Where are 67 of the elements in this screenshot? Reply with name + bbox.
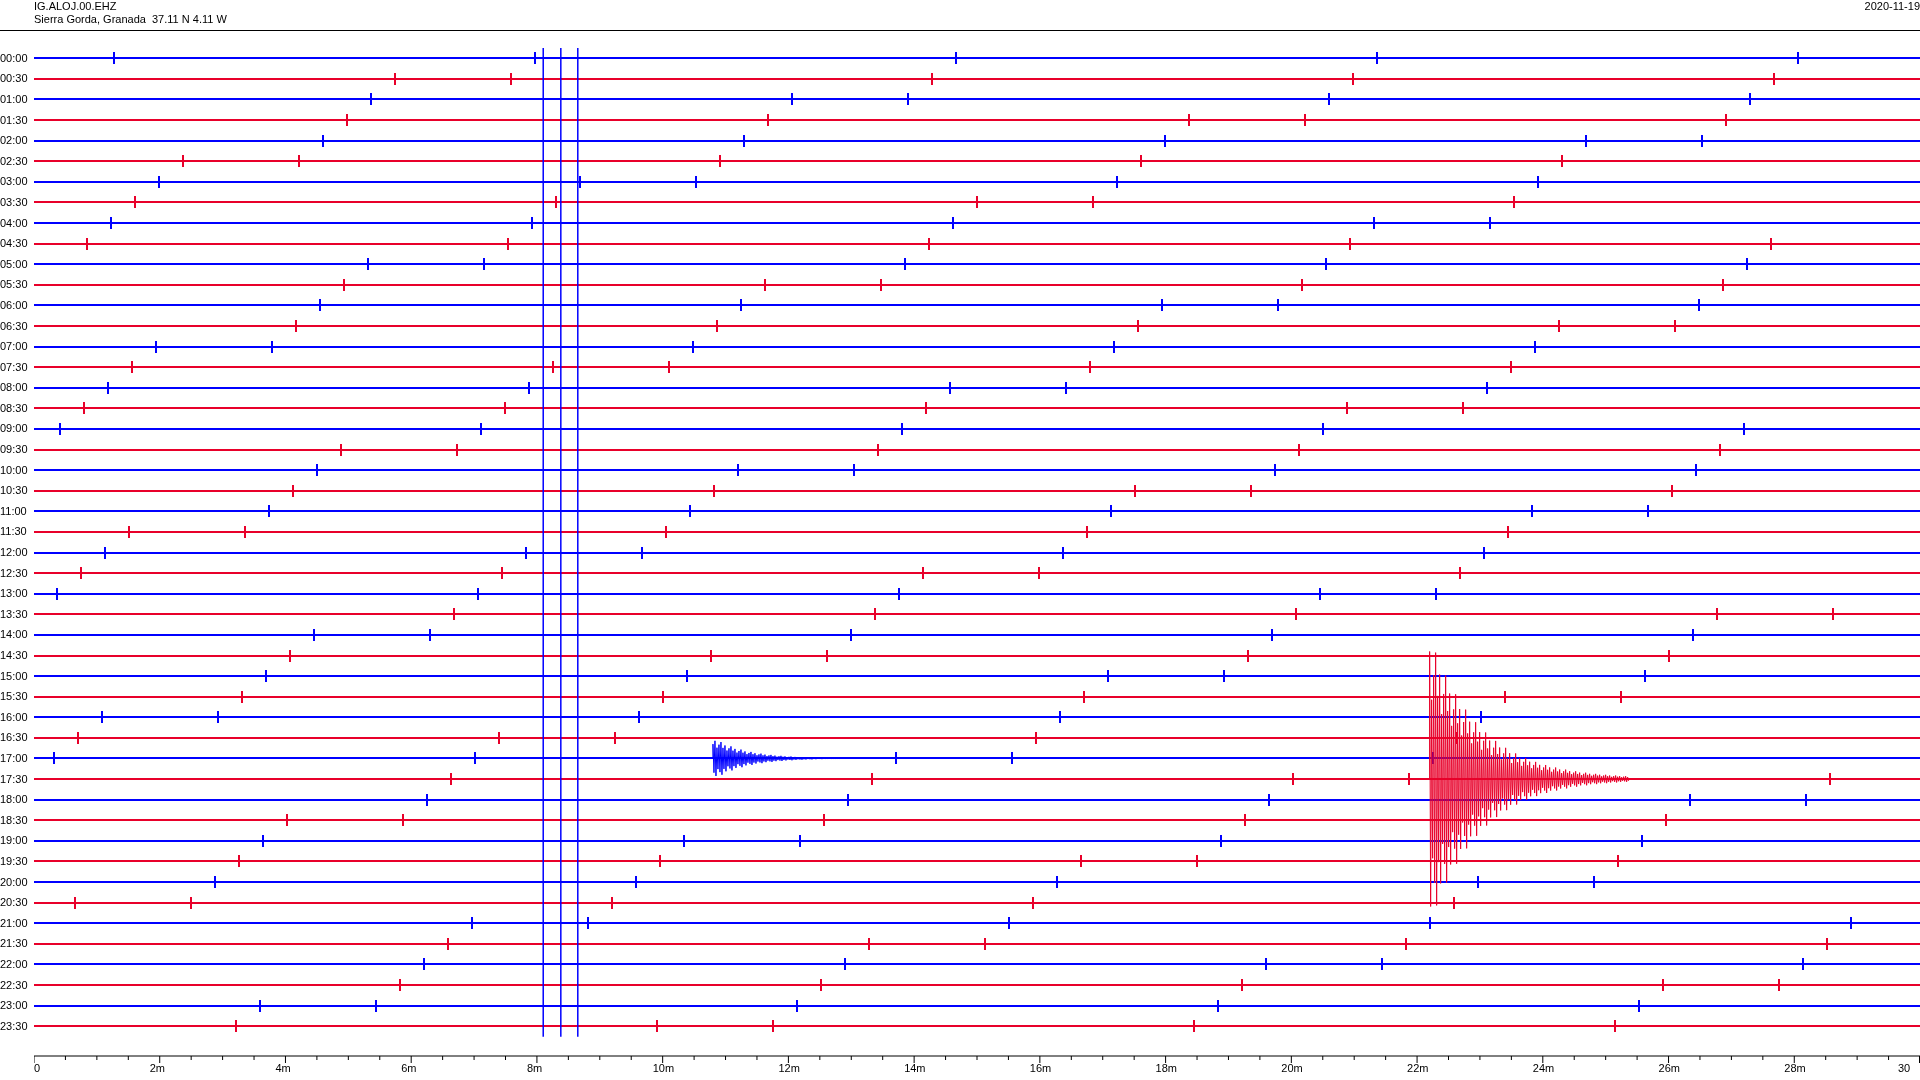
row-time-label: 09:30 [0, 444, 29, 456]
time-axis-label: 6m [401, 1062, 417, 1074]
time-axis-label: 20m [1281, 1062, 1303, 1074]
row-time-label: 23:30 [0, 1020, 29, 1032]
row-time-label: 07:00 [0, 341, 29, 353]
row-time-label: 08:00 [0, 382, 29, 394]
record-date: 2020-11-19 [1864, 0, 1920, 14]
row-time-label: 19:30 [0, 855, 29, 867]
time-axis-label: 8m [526, 1062, 543, 1074]
time-axis-label: 14m [904, 1062, 926, 1074]
station-code: IG.ALOJ.00.EHZ [34, 0, 118, 13]
row-time-label: 21:30 [0, 938, 29, 950]
time-axis-label: 28m [1784, 1062, 1806, 1074]
row-time-label: 17:30 [0, 773, 29, 785]
row-time-label: 15:00 [0, 670, 29, 682]
row-time-label: 17:00 [0, 753, 29, 764]
row-time-label: 16:30 [0, 732, 29, 744]
row-time-label: 02:30 [0, 155, 29, 167]
row-time-label: 04:00 [0, 217, 29, 229]
row-time-label: 05:30 [0, 279, 29, 291]
row-time-label: 18:00 [0, 794, 29, 806]
row-time-label: 12:30 [0, 567, 29, 579]
row-time-label: 11:30 [0, 526, 28, 538]
time-axis-label: 0 [34, 1062, 41, 1074]
time-axis-label: 10m [652, 1062, 675, 1074]
row-time-label: 22:00 [0, 958, 29, 970]
time-axis-label: 26m [1658, 1062, 1680, 1074]
row-time-label: 13:00 [0, 588, 29, 600]
time-axis-label: 16m [1029, 1062, 1052, 1074]
row-time-label: 00:00 [0, 52, 29, 64]
row-time-label: 10:30 [0, 485, 29, 497]
row-time-label: 03:00 [0, 176, 29, 188]
time-axis-label: 12m [778, 1062, 800, 1074]
row-time-label: 10:00 [0, 464, 29, 476]
row-time-label: 13:30 [0, 608, 29, 620]
row-time-label: 14:00 [0, 629, 29, 641]
row-time-label: 20:30 [0, 897, 29, 909]
row-time-label: 15:30 [0, 691, 29, 703]
row-time-label: 09:00 [0, 423, 29, 435]
time-axis-label: 18m [1155, 1062, 1177, 1074]
row-time-label: 01:30 [0, 114, 29, 126]
row-time-label: 12:00 [0, 547, 29, 559]
row-time-label: 23:00 [0, 1000, 29, 1012]
time-axis-label: 24m [1532, 1062, 1555, 1074]
time-axis-label: 22m [1407, 1062, 1429, 1074]
time-axis-label: 4m [275, 1062, 291, 1074]
row-time-label: 04:30 [0, 238, 29, 250]
row-time-label: 21:00 [0, 917, 29, 929]
time-axis-label: 30 [1898, 1062, 1911, 1074]
row-time-label: 07:30 [0, 361, 29, 373]
row-time-label: 18:30 [0, 814, 29, 826]
row-time-label: 02:00 [0, 135, 29, 147]
station-location: Sierra Gorda, Granada 37.11 N 4.11 W [34, 13, 227, 26]
row-time-label: 03:30 [0, 196, 29, 208]
row-time-label: 22:30 [0, 979, 29, 991]
row-time-label: 20:00 [0, 876, 29, 888]
row-time-label: 05:00 [0, 258, 29, 270]
row-time-label: 11:00 [0, 505, 28, 517]
row-time-label: 00:30 [0, 73, 29, 85]
row-time-label: 14:30 [0, 650, 29, 661]
row-time-label: 01:00 [0, 94, 29, 105]
row-time-label: 16:00 [0, 711, 29, 723]
row-time-label: 06:30 [0, 320, 29, 332]
time-axis-label: 2m [149, 1062, 165, 1074]
row-time-label: 19:00 [0, 835, 29, 847]
row-time-label: 06:00 [0, 299, 29, 311]
row-time-label: 08:30 [0, 402, 29, 414]
